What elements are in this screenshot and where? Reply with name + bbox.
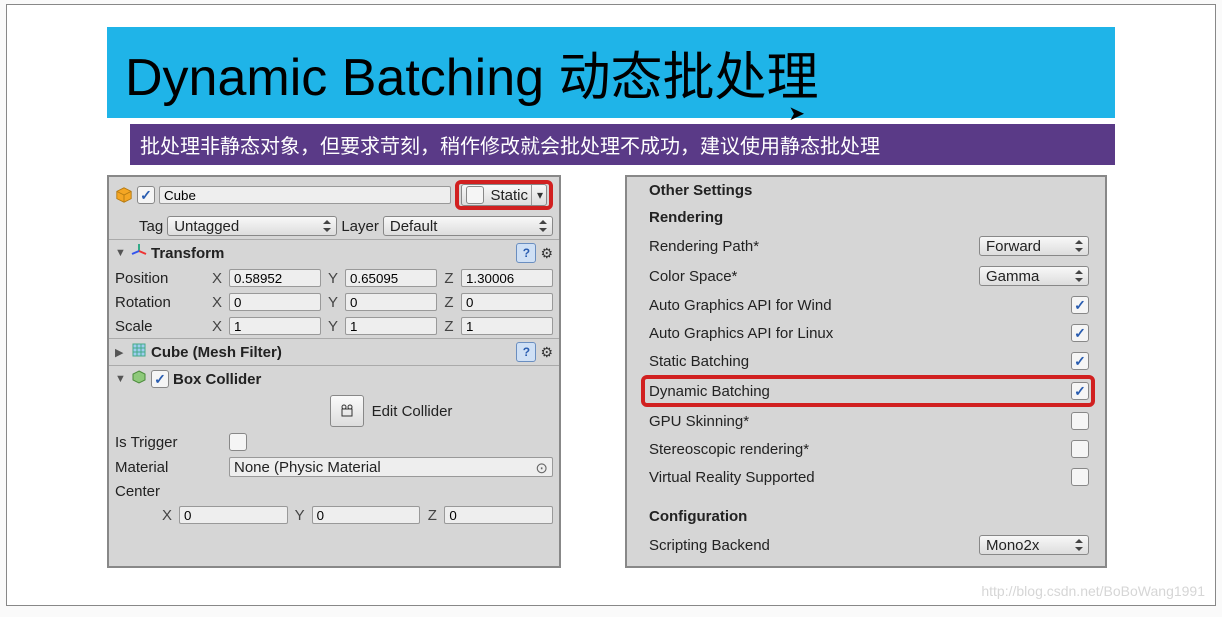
edit-collider-button[interactable]: [330, 395, 364, 427]
auto-graphics-windows-label: Auto Graphics API for Wind: [649, 297, 1063, 314]
gear-icon[interactable]: ⚙: [540, 245, 553, 262]
is-trigger-label: Is Trigger: [115, 434, 225, 451]
scale-y[interactable]: [345, 317, 437, 335]
scripting-backend-dropdown[interactable]: Mono2x: [979, 535, 1089, 555]
dynamic-batching-checkbox[interactable]: [1071, 382, 1089, 400]
auto-graphics-linux-checkbox[interactable]: [1071, 324, 1089, 342]
mesh-icon: [131, 342, 147, 362]
stereo-checkbox[interactable]: [1071, 440, 1089, 458]
subtitle-banner: 批处理非静态对象，但要求苛刻，稍作修改就会批处理不成功，建议使用静态批处理: [130, 124, 1115, 165]
color-space-dropdown[interactable]: Gamma: [979, 266, 1089, 286]
transform-foldout[interactable]: ▼: [115, 247, 127, 259]
position-x[interactable]: [229, 269, 321, 287]
dynamic-batching-label: Dynamic Batching: [649, 383, 1063, 400]
rendering-path-label: Rendering Path*: [649, 238, 971, 255]
edit-collider-label: Edit Collider: [372, 403, 453, 420]
help-icon[interactable]: ?: [516, 342, 536, 362]
cursor-icon: ➤: [788, 101, 805, 126]
position-label: Position: [115, 270, 205, 287]
meshfilter-foldout[interactable]: ▶: [115, 346, 127, 359]
transform-header: Transform: [151, 245, 512, 262]
boxcollider-foldout[interactable]: ▼: [115, 373, 127, 385]
layer-dropdown[interactable]: Default: [383, 216, 553, 236]
rendering-path-dropdown[interactable]: Forward: [979, 236, 1089, 256]
rotation-x[interactable]: [229, 293, 321, 311]
page-title: Dynamic Batching 动态批处理 ➤: [107, 27, 1115, 118]
vr-supported-checkbox[interactable]: [1071, 468, 1089, 486]
object-name-field[interactable]: [159, 186, 451, 204]
gameobject-enabled-checkbox[interactable]: [137, 186, 155, 204]
collider-icon: [131, 369, 147, 389]
tag-dropdown[interactable]: Untagged: [167, 216, 337, 236]
boxcollider-header: Box Collider: [173, 371, 553, 388]
rotation-z[interactable]: [461, 293, 553, 311]
auto-graphics-linux-label: Auto Graphics API for Linux: [649, 325, 1063, 342]
player-settings-panel: Other Settings Rendering Rendering Path*…: [625, 175, 1107, 568]
scale-z[interactable]: [461, 317, 553, 335]
inspector-panel: Static Tag Untagged Layer Default ▼ Tran…: [107, 175, 561, 568]
dynamic-batching-highlight: Dynamic Batching: [641, 375, 1095, 407]
vr-supported-label: Virtual Reality Supported: [649, 469, 1063, 486]
cube-icon: [115, 186, 133, 204]
static-batching-checkbox[interactable]: [1071, 352, 1089, 370]
other-settings-header: Other Settings: [627, 177, 1105, 204]
edit-collider-icon: [339, 403, 355, 419]
color-space-label: Color Space*: [649, 268, 971, 285]
rendering-header: Rendering: [627, 204, 1105, 231]
gpu-skinning-checkbox[interactable]: [1071, 412, 1089, 430]
center-label: Center: [115, 483, 225, 500]
auto-graphics-windows-checkbox[interactable]: [1071, 296, 1089, 314]
boxcollider-enabled-checkbox[interactable]: [151, 370, 169, 388]
static-checkbox[interactable]: [466, 186, 484, 204]
center-x[interactable]: [179, 506, 288, 524]
center-y[interactable]: [312, 506, 421, 524]
configuration-header: Configuration: [627, 503, 1105, 530]
tag-label: Tag: [139, 218, 163, 235]
position-z[interactable]: [461, 269, 553, 287]
scripting-backend-label: Scripting Backend: [649, 537, 971, 554]
watermark: http://blog.csdn.net/BoBoWang1991: [981, 583, 1205, 599]
scale-label: Scale: [115, 318, 205, 335]
transform-icon: [131, 243, 147, 263]
static-batching-label: Static Batching: [649, 353, 1063, 370]
stereo-label: Stereoscopic rendering*: [649, 441, 1063, 458]
help-icon[interactable]: ?: [516, 243, 536, 263]
static-highlight: Static: [455, 180, 553, 210]
position-y[interactable]: [345, 269, 437, 287]
static-dropdown[interactable]: Static: [461, 184, 547, 206]
center-z[interactable]: [444, 506, 553, 524]
is-trigger-checkbox[interactable]: [229, 433, 247, 451]
meshfilter-header: Cube (Mesh Filter): [151, 344, 512, 361]
static-label: Static: [490, 187, 528, 204]
title-text: Dynamic Batching 动态批处理: [125, 49, 819, 107]
material-label: Material: [115, 459, 225, 476]
rotation-y[interactable]: [345, 293, 437, 311]
gpu-skinning-label: GPU Skinning*: [649, 413, 1063, 430]
layer-label: Layer: [341, 218, 379, 235]
gear-icon[interactable]: ⚙: [540, 344, 553, 361]
material-field[interactable]: None (Physic Material: [229, 457, 553, 477]
scale-x[interactable]: [229, 317, 321, 335]
rotation-label: Rotation: [115, 294, 205, 311]
